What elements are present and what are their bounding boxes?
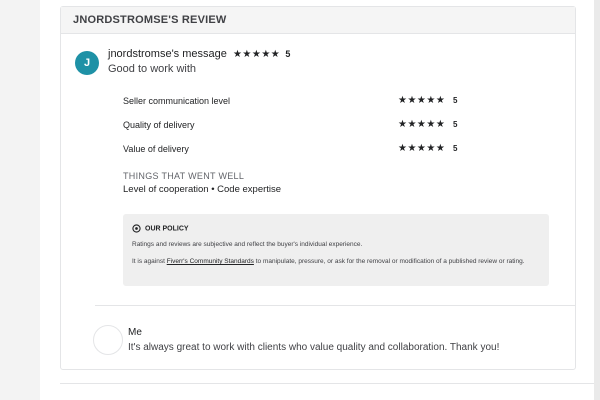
rating-score: 5 <box>453 120 458 129</box>
policy-heading: OUR POLICY <box>132 224 189 233</box>
page-content: JNORDSTROMSE'S REVIEW J jnordstromse's m… <box>40 0 600 400</box>
divider <box>60 383 600 384</box>
policy-line-1: Ratings and reviews are subjective and r… <box>132 241 363 248</box>
message-title-text: jnordstromse's message <box>108 48 227 60</box>
message-body: Good to work with <box>108 63 197 75</box>
buyer-avatar[interactable]: J <box>75 51 99 75</box>
rating-row-quality: Quality of delivery ★★★★★ 5 <box>123 119 503 134</box>
reply-name: Me <box>128 327 142 338</box>
policy-title: OUR POLICY <box>145 225 189 233</box>
reply-text: It's always great to work with clients w… <box>128 342 500 353</box>
went-well-title: THINGS THAT WENT WELL <box>123 171 245 181</box>
policy-line-2-suffix: to manipulate, pressure, or ask for the … <box>253 258 525 265</box>
scrollbar[interactable] <box>594 0 600 400</box>
policy-box: OUR POLICY Ratings and reviews are subje… <box>123 214 549 286</box>
rating-stars-icon: ★★★★★ <box>398 95 446 106</box>
overall-rating: 5 <box>285 49 291 59</box>
rating-stars-icon: ★★★★★ <box>398 119 446 130</box>
rating-row-communication: Seller communication level ★★★★★ 5 <box>123 95 503 110</box>
overall-stars-icon: ★★★★★ <box>232 49 281 60</box>
seller-avatar <box>93 325 123 355</box>
policy-line-2-prefix: It is against <box>132 258 167 265</box>
rating-score: 5 <box>453 144 458 153</box>
divider <box>95 305 575 306</box>
rating-score: 5 <box>453 96 458 105</box>
buyer-avatar-letter: J <box>83 57 91 69</box>
went-well-items: Level of cooperation • Code expertise <box>123 184 282 195</box>
rating-label: Value of delivery <box>123 144 189 154</box>
review-card: JNORDSTROMSE'S REVIEW J jnordstromse's m… <box>60 6 576 370</box>
rating-stars-icon: ★★★★★ <box>398 143 446 154</box>
rating-label: Seller communication level <box>123 96 231 106</box>
policy-line-2: It is against Fiverr's Community Standar… <box>132 257 542 267</box>
review-header: JNORDSTROMSE'S REVIEW <box>61 7 575 34</box>
rating-row-value: Value of delivery ★★★★★ 5 <box>123 143 503 158</box>
community-standards-link[interactable]: Fiverr's Community Standards <box>167 258 254 265</box>
rating-label: Quality of delivery <box>123 120 195 130</box>
message-title: jnordstromse's message ★★★★★ 5 <box>108 48 290 60</box>
shield-icon <box>132 224 141 233</box>
